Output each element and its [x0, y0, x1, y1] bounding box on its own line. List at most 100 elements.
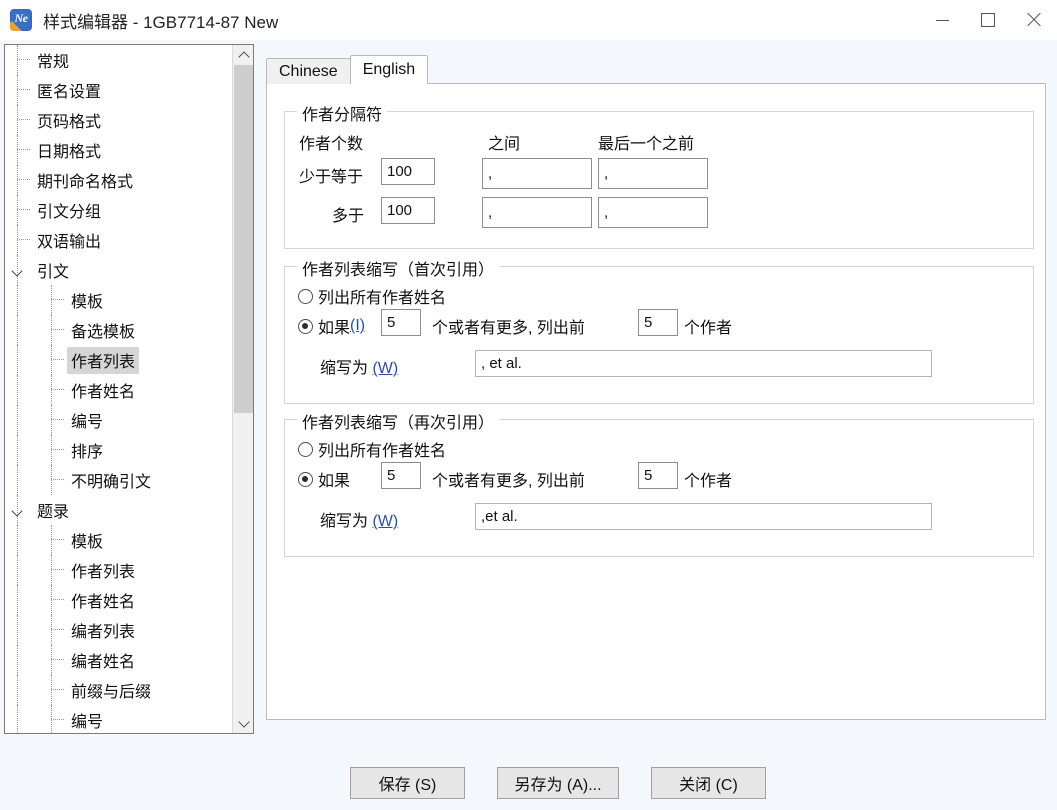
tree-guide [51, 599, 64, 600]
tree-guide [51, 659, 64, 660]
first-abbrev-input[interactable] [475, 350, 932, 377]
author-separator-group-title: 作者分隔符 [297, 101, 388, 125]
tree-item-8[interactable]: 模板 [5, 285, 233, 315]
tree-item-17[interactable]: 作者列表 [5, 555, 233, 585]
tree-item-22[interactable]: 编号 [5, 705, 233, 733]
minimize-icon [935, 19, 949, 21]
first-radio-list-all[interactable]: 列出所有作者姓名 [298, 284, 446, 308]
tree-guide [17, 165, 18, 195]
tree-item-label: 作者列表 [71, 563, 136, 581]
tree-guide [51, 585, 52, 615]
count-input-less-or-equal[interactable] [381, 158, 435, 185]
tree-guide [51, 465, 52, 495]
window-title: 样式编辑器 - 1GB7714-87 New [43, 12, 279, 32]
repeat-show-count-input[interactable] [638, 462, 678, 489]
chevron-up-icon [237, 50, 250, 63]
tree-guide [51, 419, 64, 420]
tree-item-13[interactable]: 排序 [5, 435, 233, 465]
tree-item-label: 匿名设置 [37, 83, 102, 101]
tree-vertical-scrollbar[interactable] [232, 45, 253, 733]
repeat-radio-list-all[interactable]: 列出所有作者姓名 [298, 437, 446, 461]
first-abbrev-label-text: 缩写为 [320, 360, 369, 377]
first-citation-abbrev-group: 作者列表缩写（首次引用） 列出所有作者姓名 如果 (I) 个或者有更多, 列出前… [284, 256, 1034, 404]
radio-indicator [298, 471, 313, 487]
tree-guide [17, 585, 18, 615]
tab-chinese[interactable]: Chinese [266, 58, 351, 84]
tree-guide [17, 435, 18, 465]
repeat-authors-suffix-label: 个作者 [684, 473, 733, 490]
tree-guide [17, 209, 30, 210]
repeat-citation-group-title: 作者列表缩写（再次引用） [297, 409, 500, 433]
app-icon: Ne [10, 9, 32, 31]
window-controls [919, 0, 1057, 40]
tree-item-10[interactable]: 作者列表 [5, 345, 233, 375]
tree-item-21[interactable]: 前缀与后缀 [5, 675, 233, 705]
maximize-icon [981, 13, 995, 27]
tree-item-14[interactable]: 不明确引文 [5, 465, 233, 495]
tree-item-11[interactable]: 作者姓名 [5, 375, 233, 405]
tree-guide [17, 615, 18, 645]
between-input-greater-than[interactable] [482, 197, 592, 228]
before-last-input-less-or-equal[interactable] [598, 158, 708, 189]
tree-item-5[interactable]: 引文分组 [5, 195, 233, 225]
repeat-radio-abbreviate[interactable]: 如果 [298, 467, 350, 491]
repeat-mid-label: 个或者有更多, 列出前 [432, 473, 585, 490]
tree-item-18[interactable]: 作者姓名 [5, 585, 233, 615]
tree-item-0[interactable]: 常规 [5, 45, 233, 75]
first-threshold-input[interactable] [381, 309, 421, 336]
repeat-abbrev-input[interactable] [475, 503, 932, 530]
tree-item-19[interactable]: 编者列表 [5, 615, 233, 645]
scroll-up-button[interactable] [233, 45, 253, 65]
language-tabstrip: Chinese English [266, 55, 429, 84]
tree-guide [17, 225, 18, 255]
repeat-abbrev-mnemonic: (W) [372, 513, 399, 530]
tree-item-1[interactable]: 匿名设置 [5, 75, 233, 105]
tree-guide [17, 675, 18, 705]
first-radio-abbreviate[interactable]: 如果 (I) [298, 314, 365, 338]
tree-guide [51, 299, 64, 300]
tree-guide [51, 689, 64, 690]
first-citation-group-title: 作者列表缩写（首次引用） [297, 256, 500, 280]
row-label-less-or-equal: 少于等于 [299, 169, 364, 186]
tree-expander-icon[interactable] [11, 504, 25, 518]
tree-item-20[interactable]: 编者姓名 [5, 645, 233, 675]
tree-guide [17, 285, 18, 315]
tree-item-15[interactable]: 题录 [5, 495, 233, 525]
title-bar: Ne 样式编辑器 - 1GB7714-87 New [0, 0, 1057, 40]
tree-guide [51, 615, 52, 645]
tree-item-6[interactable]: 双语输出 [5, 225, 233, 255]
scrollbar-thumb[interactable] [234, 65, 253, 413]
tree-item-2[interactable]: 页码格式 [5, 105, 233, 135]
tree-guide [51, 315, 52, 345]
tree-expander-icon[interactable] [11, 264, 25, 278]
tree-item-16[interactable]: 模板 [5, 525, 233, 555]
tab-english[interactable]: English [349, 55, 429, 84]
repeat-threshold-input[interactable] [381, 462, 421, 489]
tree-guide [51, 449, 64, 450]
tree-guide [17, 239, 30, 240]
tree-item-label: 备选模板 [71, 323, 136, 341]
first-show-count-input[interactable] [638, 309, 678, 336]
minimize-button[interactable] [919, 0, 965, 40]
tree-guide [51, 645, 52, 675]
tree-item-3[interactable]: 日期格式 [5, 135, 233, 165]
between-input-less-or-equal[interactable] [482, 158, 592, 189]
count-input-greater-than[interactable] [381, 197, 435, 224]
save-as-button[interactable]: 另存为 (A)... [497, 767, 619, 799]
scroll-down-button[interactable] [233, 713, 253, 733]
tree-guide [17, 149, 30, 150]
close-button[interactable] [1011, 0, 1057, 40]
maximize-button[interactable] [965, 0, 1011, 40]
tree-guide [17, 179, 30, 180]
tree-item-4[interactable]: 期刊命名格式 [5, 165, 233, 195]
repeat-abbrev-label-text: 缩写为 [320, 513, 369, 530]
before-last-input-greater-than[interactable] [598, 197, 708, 228]
save-button[interactable]: 保存 (S) [350, 767, 465, 799]
close-dialog-button[interactable]: 关闭 (C) [651, 767, 766, 799]
tree-item-12[interactable]: 编号 [5, 405, 233, 435]
settings-tree[interactable]: 常规 匿名设置 页码格式 日期格式 期刊命名格式 引文分组 双语输出 引文 模板 备选模板 作者列表… [5, 45, 233, 733]
tree-item-7[interactable]: 引文 [5, 255, 233, 285]
tree-item-9[interactable]: 备选模板 [5, 315, 233, 345]
tree-guide [17, 645, 18, 675]
radio-indicator [298, 318, 313, 334]
